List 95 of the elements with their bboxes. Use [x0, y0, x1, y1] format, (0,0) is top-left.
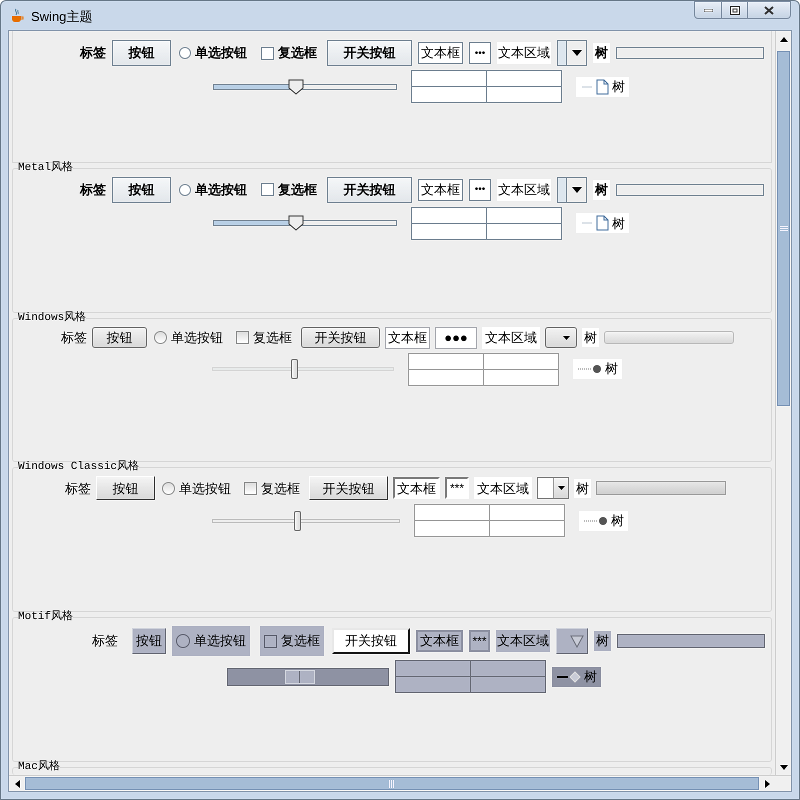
text-field[interactable]: 文本框: [393, 477, 440, 500]
down-arrow-icon: [780, 764, 788, 770]
list-item[interactable]: 树: [593, 180, 610, 200]
text-field[interactable]: 文本框: [418, 42, 463, 64]
caret-icon: [563, 336, 570, 340]
document-icon: [580, 215, 610, 232]
table[interactable]: [414, 504, 565, 538]
horizontal-scrollbar[interactable]: [9, 775, 791, 791]
grip-icon: [389, 780, 395, 788]
tree[interactable]: 树: [576, 213, 629, 234]
tree[interactable]: 树: [552, 666, 601, 687]
label: 标签: [92, 632, 118, 650]
tree-node-icon: [583, 514, 609, 527]
checkbox[interactable]: 复选框: [242, 477, 302, 500]
up-arrow-icon: [780, 36, 788, 42]
window-title: Swing主题: [31, 8, 92, 26]
group-title: Motif风格: [18, 612, 74, 624]
text-area[interactable]: 文本区域: [497, 42, 551, 64]
scrollbar-thumb[interactable]: [25, 777, 759, 790]
label: 标签: [65, 480, 91, 498]
text-area[interactable]: 文本区域: [496, 630, 550, 652]
push-button[interactable]: 按钮: [112, 40, 171, 66]
table[interactable]: [408, 352, 559, 386]
slider-thumb[interactable]: [288, 215, 304, 232]
password-field[interactable]: •••: [469, 42, 491, 64]
left-arrow-icon: [14, 780, 20, 788]
text-field[interactable]: 文本框: [418, 178, 463, 201]
vertical-scrollbar[interactable]: [775, 31, 791, 775]
checkbox[interactable]: 复选框: [260, 626, 324, 656]
caret-icon: [558, 486, 564, 490]
checkbox[interactable]: 复选框: [259, 176, 319, 203]
label: 标签: [80, 181, 106, 200]
caret-icon: [572, 186, 582, 193]
close-icon: [764, 6, 774, 14]
password-field[interactable]: ***: [469, 630, 490, 652]
slider-thumb[interactable]: [291, 359, 298, 380]
tree-node-icon: [556, 670, 582, 683]
toggle-button[interactable]: 开关按钮: [327, 40, 412, 66]
text-area[interactable]: 文本区域: [497, 178, 551, 201]
restore-icon: [730, 6, 740, 14]
tree[interactable]: 树: [579, 510, 628, 531]
group-title: Metal风格: [18, 162, 74, 174]
tree[interactable]: 树: [576, 76, 629, 96]
group-title: Windows风格: [18, 312, 86, 324]
list-item[interactable]: 树: [593, 43, 610, 63]
slider[interactable]: [212, 358, 394, 380]
close-button[interactable]: [748, 1, 791, 19]
slider[interactable]: [227, 666, 389, 688]
text-area[interactable]: 文本区域: [474, 477, 532, 500]
label: 标签: [80, 44, 106, 62]
toggle-button[interactable]: 开关按钮: [327, 176, 412, 203]
group-title: Windows Classic风格: [18, 462, 140, 474]
radio-button[interactable]: 单选按钮: [160, 477, 233, 500]
label: 标签: [61, 328, 87, 347]
radio-button[interactable]: 单选按钮: [177, 176, 249, 203]
radio-button[interactable]: 单选按钮: [177, 40, 249, 66]
document-icon: [580, 78, 610, 94]
checkbox[interactable]: 复选框: [234, 327, 294, 348]
checkbox[interactable]: 复选框: [259, 40, 319, 66]
slider-thumb[interactable]: [288, 78, 304, 94]
list-item[interactable]: 树: [594, 631, 611, 651]
toggle-button[interactable]: 开关按钮: [309, 476, 388, 500]
text-area[interactable]: 文本区域: [482, 326, 540, 349]
group-title: Mac风格: [18, 762, 60, 774]
table[interactable]: [395, 660, 546, 694]
push-button[interactable]: 按钮: [132, 628, 166, 654]
right-arrow-icon: [764, 780, 770, 788]
toggle-button[interactable]: 开关按钮: [301, 327, 380, 348]
slider[interactable]: [212, 510, 400, 532]
radio-button[interactable]: 单选按钮: [172, 626, 250, 656]
list-item[interactable]: 树: [574, 478, 591, 498]
combo-box[interactable]: [557, 40, 587, 66]
password-field[interactable]: ●●●: [435, 326, 477, 349]
tree-node-icon: [577, 363, 603, 376]
text-field[interactable]: 文本框: [385, 326, 430, 349]
scrollbar-thumb[interactable]: [777, 51, 790, 406]
text-field[interactable]: 文本框: [416, 630, 463, 652]
push-button[interactable]: 按钮: [96, 476, 155, 500]
caret-icon: [572, 50, 582, 56]
list-item[interactable]: 树: [582, 328, 599, 348]
minimize-icon: [704, 8, 712, 12]
app-icon: [9, 7, 25, 23]
caret-icon: [570, 634, 584, 648]
password-field[interactable]: •••: [469, 178, 491, 201]
push-button[interactable]: 按钮: [92, 327, 147, 348]
tree[interactable]: 树: [573, 359, 622, 380]
push-button[interactable]: 按钮: [112, 176, 171, 203]
toggle-button[interactable]: 开关按钮: [332, 628, 410, 654]
password-field[interactable]: ***: [445, 477, 469, 500]
maximize-button[interactable]: [722, 1, 748, 19]
minimize-button[interactable]: [694, 1, 722, 19]
slider-thumb[interactable]: [294, 510, 301, 531]
grip-icon: [780, 226, 788, 232]
radio-button[interactable]: 单选按钮: [152, 327, 225, 348]
combo-box[interactable]: [557, 176, 587, 203]
